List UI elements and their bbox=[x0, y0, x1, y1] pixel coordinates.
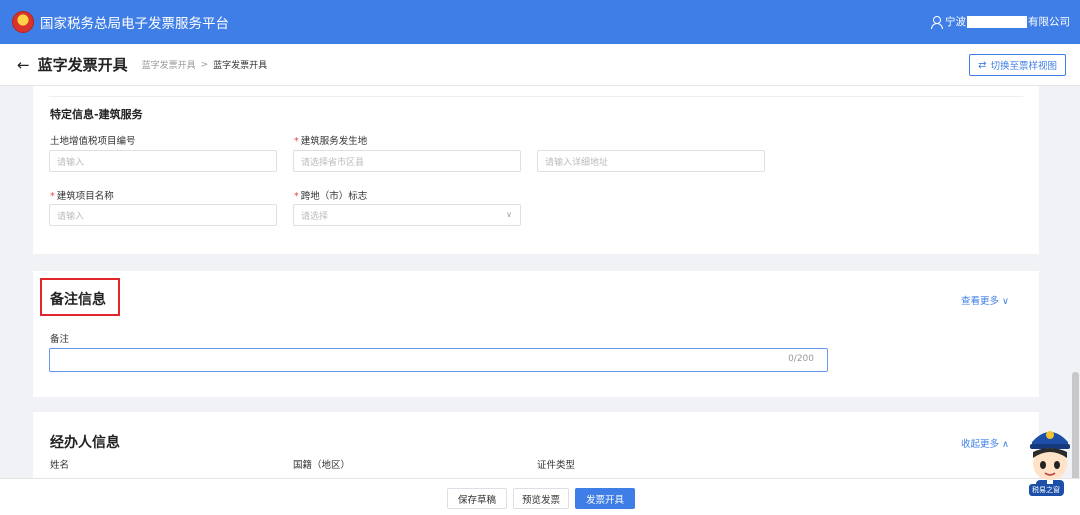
cross-region-placeholder: 请选择 bbox=[301, 211, 329, 222]
handler-section-title: 经办人信息 bbox=[50, 435, 120, 451]
remark-card: 备注信息 查看更多 ∨ 备注 0/200 bbox=[33, 271, 1039, 397]
view-more-link[interactable]: 查看更多 ∨ bbox=[961, 293, 1009, 307]
construction-info-card: 特定信息-建筑服务 土地增值税项目编号 请输入 * 建筑服务发生地 请选择省市区县… bbox=[33, 86, 1039, 254]
remark-input[interactable]: 0/200 bbox=[49, 348, 828, 372]
id-type-label: 证件类型 bbox=[537, 460, 576, 471]
chevron-up-icon: ∧ bbox=[1002, 439, 1009, 450]
save-draft-button[interactable]: 保存草稿 bbox=[447, 488, 507, 509]
collapse-link[interactable]: 收起更多 ∧ bbox=[961, 436, 1009, 450]
land-vat-label: 土地增值税项目编号 bbox=[50, 136, 136, 147]
tax-emblem-icon bbox=[12, 11, 34, 33]
breadcrumb-item[interactable]: 蓝字发票开具 bbox=[142, 58, 196, 71]
remark-label: 备注 bbox=[50, 334, 70, 345]
view-more-label: 查看更多 bbox=[960, 296, 999, 307]
page-title: 蓝字发票开具 bbox=[37, 56, 128, 74]
cross-region-label: * 跨地（市）标志 bbox=[294, 188, 367, 202]
breadcrumb-current: 蓝字发票开具 bbox=[213, 61, 268, 71]
app-title: 国家税务总局电子发票服务平台 bbox=[40, 16, 229, 32]
collapse-label: 收起更多 bbox=[960, 439, 999, 450]
highlight-box bbox=[40, 278, 120, 316]
location-label-text: 建筑服务发生地 bbox=[300, 136, 368, 147]
project-label: * 建筑项目名称 bbox=[50, 188, 114, 202]
swap-icon: ⇄ bbox=[978, 59, 987, 71]
location-select[interactable]: 请选择省市区县 bbox=[293, 150, 521, 172]
required-mark: * bbox=[294, 136, 299, 147]
issue-invoice-button[interactable]: 发票开具 bbox=[575, 488, 635, 509]
back-arrow-icon[interactable]: ← bbox=[17, 56, 30, 74]
project-label-text: 建筑项目名称 bbox=[56, 191, 114, 202]
user-icon bbox=[930, 15, 943, 29]
switch-view-label: 切换至票样视图 bbox=[990, 61, 1057, 72]
user-name-prefix: 宁波 bbox=[945, 16, 966, 28]
project-name-input[interactable]: 请输入 bbox=[49, 204, 277, 226]
breadcrumb-separator: > bbox=[200, 59, 209, 70]
chevron-down-icon: ∨ bbox=[1002, 296, 1009, 307]
action-bar: 保存草稿 预览发票 发票开具 bbox=[0, 478, 1080, 515]
cross-region-select[interactable]: 请选择 ∨ bbox=[293, 204, 521, 226]
user-account[interactable]: 宁波 有限公司 bbox=[930, 14, 1070, 29]
construction-section-title: 特定信息-建筑服务 bbox=[50, 108, 143, 121]
switch-view-button[interactable]: ⇄ 切换至票样视图 bbox=[969, 54, 1066, 76]
user-name-suffix: 有限公司 bbox=[1028, 16, 1070, 28]
page-header: ← 蓝字发票开具 蓝字发票开具 > 蓝字发票开具 ⇄ 切换至票样视图 bbox=[0, 44, 1080, 86]
land-vat-input[interactable]: 请输入 bbox=[49, 150, 277, 172]
cross-region-label-text: 跨地（市）标志 bbox=[300, 191, 368, 202]
preview-button[interactable]: 预览发票 bbox=[513, 488, 569, 509]
required-mark: * bbox=[50, 191, 55, 202]
divider bbox=[49, 96, 1023, 97]
address-input[interactable]: 请输入详细地址 bbox=[537, 150, 765, 172]
required-mark: * bbox=[294, 191, 299, 202]
location-label: * 建筑服务发生地 bbox=[294, 133, 367, 147]
user-name-redaction bbox=[967, 15, 1027, 28]
chevron-down-icon: ∨ bbox=[506, 210, 512, 219]
name-label: 姓名 bbox=[50, 460, 70, 471]
char-counter: 0/200 bbox=[788, 354, 814, 364]
mascot-badge: 税易之窗 bbox=[1029, 484, 1063, 496]
top-bar: 国家税务总局电子发票服务平台 宁波 有限公司 bbox=[0, 0, 1080, 44]
nationality-label: 国籍（地区） bbox=[293, 460, 351, 471]
